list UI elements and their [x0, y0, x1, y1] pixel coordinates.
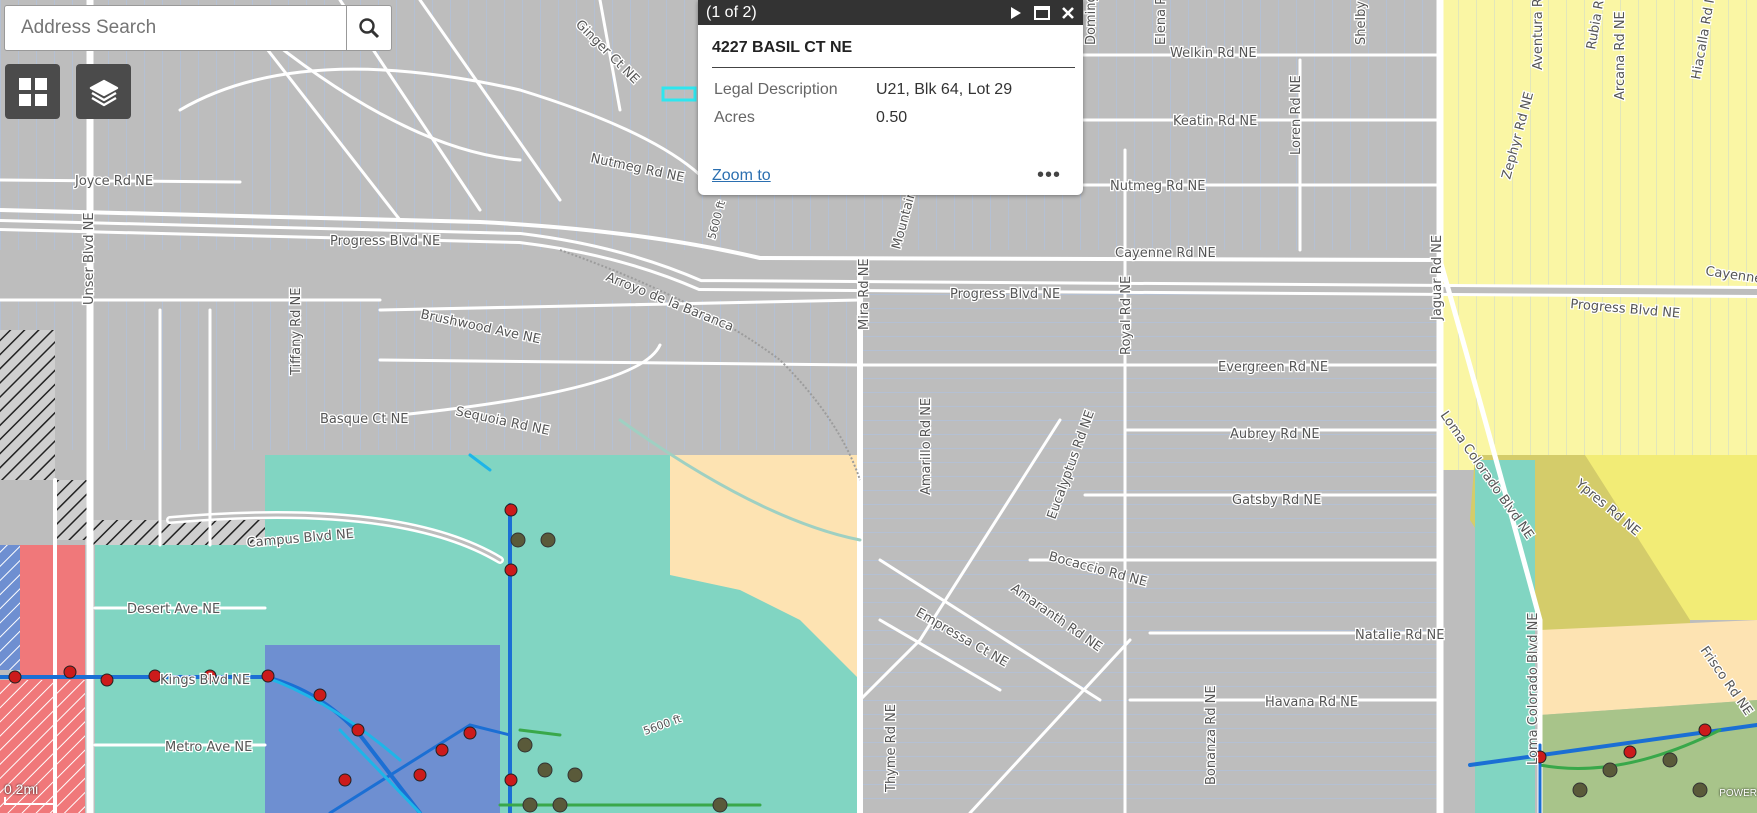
street-label: Keatin Rd NE: [1173, 114, 1257, 129]
attribution: POWER: [1719, 788, 1757, 799]
scale-label: 0.2mi: [4, 781, 39, 797]
maximize-button[interactable]: [1031, 2, 1053, 24]
popup-header: (1 of 2): [698, 0, 1083, 25]
street-label: Havana Rd NE: [1265, 695, 1358, 710]
street-label: Kings Blvd NE: [160, 673, 250, 688]
maximize-icon: [1034, 5, 1050, 20]
close-icon: [1062, 6, 1074, 19]
attribute-label: Acres: [714, 109, 755, 126]
street-label: Bonanza Rd NE: [1204, 685, 1219, 785]
address-search: [4, 5, 392, 51]
street-label: Tiffany Rd NE: [289, 288, 304, 377]
attribute-label: Legal Description: [714, 81, 838, 98]
street-label: Unser Blvd NE: [82, 212, 97, 305]
street-label: Royal Rd NE: [1119, 276, 1134, 355]
attribute-value: 0.50: [876, 109, 908, 126]
street-label: Jaguar Rd NE: [1430, 235, 1445, 321]
street-label: Shelby Rd NE: [1354, 0, 1369, 45]
street-label: Arcana Rd NE: [1613, 11, 1628, 100]
street-label: Progress Blvd NE: [950, 287, 1060, 302]
street-label: Gatsby Rd NE: [1232, 493, 1321, 508]
play-icon: [1011, 6, 1021, 19]
street-label: Domingo Rd NE: [1084, 0, 1099, 45]
street-label: Amarillo Rd NE: [919, 398, 934, 495]
search-input[interactable]: [5, 6, 346, 50]
street-label: Aubrey Rd NE: [1230, 427, 1320, 442]
popup-title: 4227 BASIL CT NE: [712, 39, 1075, 68]
popup-footer: Zoom to •••: [712, 164, 1061, 187]
street-label: Loma Colorado Blvd NE: [1526, 612, 1541, 765]
scale-bar-graphic: [4, 797, 56, 805]
street-label: Cayenne Rd NE: [1115, 246, 1216, 261]
street-label: Desert Ave NE: [127, 602, 220, 617]
more-actions-button[interactable]: •••: [1037, 164, 1061, 187]
grid-icon: [18, 77, 47, 106]
zone-hatch-south: [85, 520, 265, 545]
basemap-gallery-button[interactable]: [5, 64, 60, 119]
street-label: Basque Ct NE: [320, 412, 409, 427]
street-label: Nutmeg Rd NE: [1110, 179, 1205, 194]
attribute-row: Acres 0.50: [712, 104, 1022, 132]
zone-blue-west: [0, 545, 20, 670]
close-button[interactable]: [1057, 2, 1079, 24]
street-label: Elena Rd NE: [1154, 0, 1169, 45]
popup-attributes: Legal Description U21, Blk 64, Lot 29 Acr…: [712, 76, 1022, 132]
street-label: Evergreen Rd NE: [1218, 360, 1328, 375]
search-icon: [359, 18, 380, 39]
street-label: Metro Ave NE: [165, 740, 252, 755]
attribute-row: Legal Description U21, Blk 64, Lot 29: [712, 76, 1022, 104]
street-label: Progress Blvd NE: [330, 234, 440, 249]
street-label: Joyce Rd NE: [74, 174, 153, 189]
street-label: Natalie Rd NE: [1355, 628, 1444, 643]
street-label: Aventura Rd NE: [1531, 0, 1546, 70]
street-label: Thyme Rd NE: [884, 704, 899, 793]
street-label: Welkin Rd NE: [1170, 46, 1257, 61]
layer-list-button[interactable]: [76, 64, 131, 119]
feature-popup: (1 of 2) 4227 BASIL CT NE Legal Descript…: [698, 0, 1083, 195]
search-button[interactable]: [346, 6, 391, 50]
scale-bar: 0.2mi: [4, 781, 56, 805]
zoom-to-link[interactable]: Zoom to: [712, 167, 771, 185]
layers-icon: [89, 79, 118, 106]
next-feature-button[interactable]: [1005, 2, 1027, 24]
street-label: Loren Rd NE: [1289, 75, 1304, 155]
popup-counter: (1 of 2): [706, 3, 757, 21]
street-label: Mira Rd NE: [857, 258, 872, 330]
attribute-value: U21, Blk 64, Lot 29: [876, 81, 1013, 98]
